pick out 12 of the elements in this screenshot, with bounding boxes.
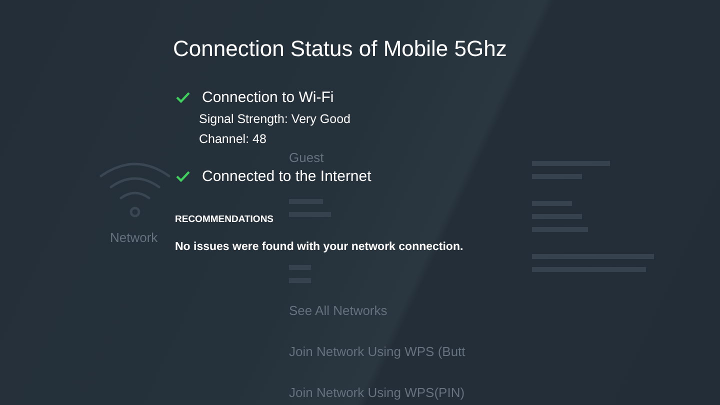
detail-text: Channel: 48 xyxy=(199,132,266,146)
menu-item[interactable]: Join Network Using WPS (Butt xyxy=(289,344,466,359)
menu-item[interactable]: Join Network Using WPS(PIN) xyxy=(289,385,465,400)
recommendations-heading: RECOMMENDATIONS xyxy=(175,214,274,225)
network-name: Guest xyxy=(289,150,324,165)
check-label: Connected to the Internet xyxy=(202,168,372,185)
menu-item[interactable]: See All Networks xyxy=(289,303,388,318)
recommendation-message: No issues were found with your network connection. xyxy=(175,241,464,253)
detail-text: Signal Strength: Very Good xyxy=(199,112,350,126)
dialog-title: Connection Status of Mobile 5Ghz xyxy=(173,36,507,62)
check-label: Connection to Wi-Fi xyxy=(202,89,334,106)
network-label: Network xyxy=(110,230,158,245)
